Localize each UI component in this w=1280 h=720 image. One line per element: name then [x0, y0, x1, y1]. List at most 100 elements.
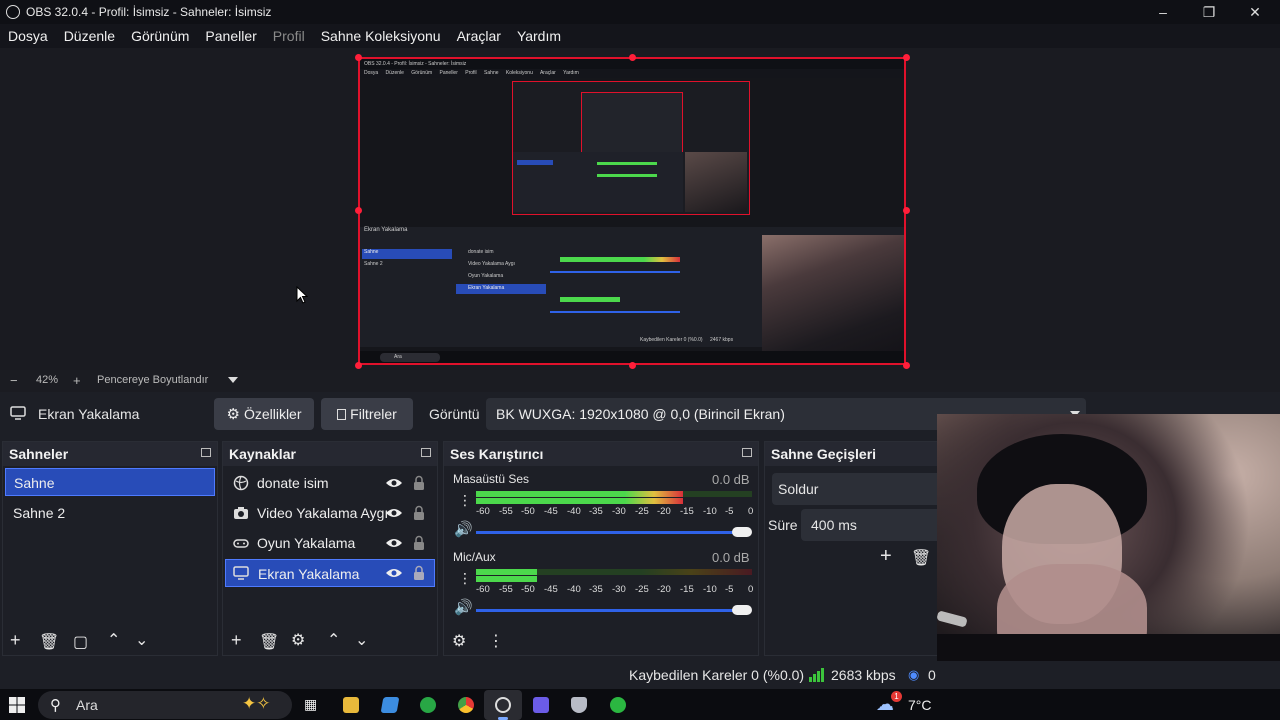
- preview-mock-status: Kaybedilen Kareler 0 (%0.0): [640, 337, 703, 343]
- duration-input[interactable]: 400 ms: [801, 509, 941, 541]
- restore-button[interactable]: ❐: [1186, 0, 1232, 24]
- scene-item-sahne[interactable]: Sahne: [5, 468, 215, 496]
- eye-icon[interactable]: [385, 507, 403, 519]
- add-scene-icon[interactable]: +: [10, 630, 21, 651]
- chrome-icon[interactable]: [458, 697, 474, 713]
- volume-slider-knob[interactable]: [732, 605, 752, 615]
- window-title: OBS 32.0.4 - Profil: İsimsiz - Sahneler:…: [26, 5, 272, 19]
- filters-button[interactable]: Filtreler: [321, 398, 413, 430]
- eye-icon[interactable]: [385, 567, 403, 579]
- search-icon: ⚲: [50, 697, 61, 714]
- close-button[interactable]: ✕: [1232, 0, 1278, 24]
- meter-scale: -60 -55 -50 -45 -40 -35 -30 -25 -20 -15 -10 -5 0: [476, 506, 756, 518]
- windows-start-icon[interactable]: [9, 697, 25, 713]
- resize-handle-bl[interactable]: [355, 362, 362, 369]
- meter-tick-label: -35: [589, 584, 603, 595]
- filter-icon[interactable]: ▢: [73, 632, 88, 652]
- shield-icon[interactable]: [571, 697, 587, 713]
- kebab-menu-icon[interactable]: ⋮: [458, 492, 472, 509]
- eye-icon[interactable]: [385, 477, 403, 489]
- lock-icon[interactable]: [413, 565, 425, 581]
- chevron-down-icon[interactable]: ⌄: [355, 630, 368, 650]
- trash-icon[interactable]: 🗑: [911, 548, 931, 568]
- zoom-dropdown-icon[interactable]: [228, 377, 238, 383]
- kebab-menu-icon[interactable]: ⋮: [458, 570, 472, 587]
- trash-icon[interactable]: 🗑: [259, 632, 279, 652]
- file-explorer-icon[interactable]: [343, 697, 359, 713]
- meter-tick-label: -15: [680, 584, 694, 595]
- scene-item-sahne-2[interactable]: Sahne 2: [5, 499, 215, 527]
- properties-button[interactable]: ⚙ Özellikler: [214, 398, 314, 430]
- volume-slider[interactable]: [476, 531, 750, 534]
- volume-slider[interactable]: [476, 609, 750, 612]
- zoom-in-button[interactable]: +: [73, 373, 81, 388]
- task-view-icon[interactable]: ▦: [304, 696, 317, 713]
- menu-docks[interactable]: Paneller: [197, 28, 264, 44]
- resize-handle-tr[interactable]: [903, 54, 910, 61]
- resize-handle-right[interactable]: [903, 207, 910, 214]
- level-meter: [476, 498, 683, 504]
- kebab-menu-icon[interactable]: ⋮: [488, 631, 504, 651]
- zoom-out-button[interactable]: −: [10, 373, 18, 388]
- resize-handle-tl[interactable]: [355, 54, 362, 61]
- preview-mock-scene-1: Sahne: [364, 249, 379, 255]
- menu-scene-collection[interactable]: Sahne Koleksiyonu: [313, 28, 449, 44]
- whatsapp-icon[interactable]: [610, 697, 626, 713]
- chevron-down-icon[interactable]: ⌄: [135, 630, 148, 650]
- teams-icon[interactable]: [533, 697, 549, 713]
- lock-icon[interactable]: [413, 475, 425, 491]
- weather-temperature: 7°C: [908, 697, 932, 713]
- transition-value: Soldur: [778, 481, 819, 497]
- resize-handle-bottom[interactable]: [629, 362, 636, 369]
- gear-icon[interactable]: ⚙: [452, 631, 466, 651]
- meter-tick-label: -25: [635, 506, 649, 517]
- add-source-icon[interactable]: +: [231, 630, 242, 651]
- resize-handle-left[interactable]: [355, 207, 362, 214]
- menu-view[interactable]: Görünüm: [123, 28, 197, 44]
- volume-slider-knob[interactable]: [732, 527, 752, 537]
- menu-help[interactable]: Yardım: [509, 28, 569, 44]
- resize-handle-top[interactable]: [629, 54, 636, 61]
- fit-to-window-button[interactable]: Pencereye Boyutlandır: [97, 374, 208, 386]
- scene-transitions-dock: Sahne Geçişleri Soldur Süre 400 ms + 🗑: [764, 441, 942, 656]
- menu-profile[interactable]: Profil: [265, 28, 313, 44]
- sources-dock: Kaynaklar donate isim Video Yakalama Ayg…: [222, 441, 438, 656]
- lock-icon[interactable]: [413, 505, 425, 521]
- meter-tick-label: -25: [635, 584, 649, 595]
- utorrent-icon[interactable]: [420, 697, 436, 713]
- chevron-up-icon[interactable]: ⌃: [327, 630, 340, 650]
- source-item-donate-isim[interactable]: donate isim: [225, 469, 435, 497]
- dock-float-icon[interactable]: [421, 448, 431, 457]
- trash-icon[interactable]: 🗑: [39, 632, 59, 652]
- dropped-frames: Kaybedilen Kareler 0 (%0.0): [629, 667, 805, 683]
- meter-tick-label: 0: [748, 506, 754, 517]
- meter-tick-label: -45: [544, 506, 558, 517]
- source-item-video-capture[interactable]: Video Yakalama Aygı: [225, 499, 435, 527]
- speaker-icon[interactable]: 🔊: [454, 520, 473, 538]
- menu-tools[interactable]: Araçlar: [449, 28, 509, 44]
- transition-select[interactable]: Soldur: [772, 473, 942, 505]
- speaker-icon[interactable]: 🔊: [454, 598, 473, 616]
- menu-edit[interactable]: Düzenle: [56, 28, 123, 44]
- chevron-up-icon[interactable]: ⌃: [107, 630, 120, 650]
- store-icon[interactable]: [380, 697, 400, 713]
- resize-handle-br[interactable]: [903, 362, 910, 369]
- globe-icon: [233, 475, 249, 491]
- status-extra: 0: [928, 667, 936, 683]
- add-transition-icon[interactable]: +: [880, 545, 892, 568]
- source-item-game-capture[interactable]: Oyun Yakalama: [225, 529, 435, 557]
- audio-mixer-dock: Ses Karıştırıcı Masaüstü Ses 0.0 dB ⋮ -6…: [443, 441, 759, 656]
- dock-float-icon[interactable]: [201, 448, 211, 457]
- minimize-button[interactable]: –: [1140, 0, 1186, 24]
- gear-icon[interactable]: ⚙: [291, 630, 305, 650]
- taskbar-search[interactable]: ⚲ Ara ✦✧: [38, 691, 292, 719]
- eye-icon[interactable]: [385, 537, 403, 549]
- meter-tick-label: -20: [657, 506, 671, 517]
- mouse-cursor-icon: [296, 286, 308, 304]
- lock-icon[interactable]: [413, 535, 425, 551]
- obs-taskbar-button[interactable]: [484, 690, 522, 720]
- source-item-screen-capture[interactable]: Ekran Yakalama: [225, 559, 435, 587]
- menu-file[interactable]: Dosya: [0, 28, 56, 44]
- program-preview[interactable]: OBS 32.0.4 - Profil: İsimsiz - Sahneler:…: [358, 57, 906, 365]
- dock-float-icon[interactable]: [742, 448, 752, 457]
